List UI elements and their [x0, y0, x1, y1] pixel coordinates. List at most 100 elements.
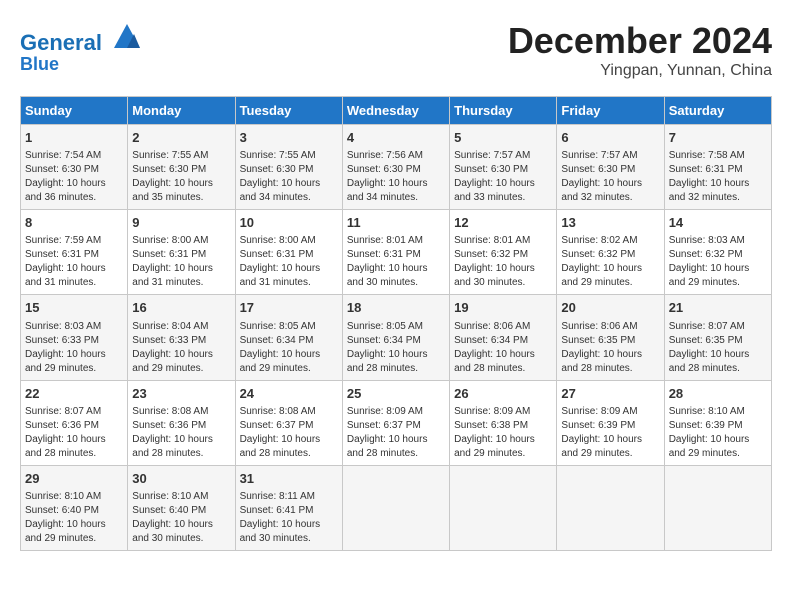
page-header: General Blue December 2024 Yingpan, Yunn…: [20, 20, 772, 80]
calendar-cell: 26 Sunrise: 8:09 AM Sunset: 6:38 PM Dayli…: [450, 380, 557, 465]
day-info: Sunrise: 7:59 AM Sunset: 6:31 PM Dayligh…: [25, 234, 123, 290]
day-info: Sunrise: 7:58 AM Sunset: 6:31 PM Dayligh…: [669, 149, 767, 205]
calendar-cell: 25 Sunrise: 8:09 AM Sunset: 6:37 PM Dayli…: [342, 380, 449, 465]
calendar-cell: [557, 465, 664, 550]
day-number: 15: [25, 299, 123, 317]
day-number: 4: [347, 129, 445, 147]
weekday-header-row: SundayMondayTuesdayWednesdayThursdayFrid…: [21, 97, 772, 125]
day-info: Sunrise: 8:07 AM Sunset: 6:36 PM Dayligh…: [25, 405, 123, 461]
day-info: Sunrise: 8:07 AM Sunset: 6:35 PM Dayligh…: [669, 320, 767, 376]
calendar-cell: 11 Sunrise: 8:01 AM Sunset: 6:31 PM Dayli…: [342, 210, 449, 295]
day-info: Sunrise: 8:09 AM Sunset: 6:38 PM Dayligh…: [454, 405, 552, 461]
weekday-header-wednesday: Wednesday: [342, 97, 449, 125]
calendar-cell: [342, 465, 449, 550]
day-info: Sunrise: 8:01 AM Sunset: 6:31 PM Dayligh…: [347, 234, 445, 290]
day-info: Sunrise: 8:03 AM Sunset: 6:32 PM Dayligh…: [669, 234, 767, 290]
calendar-cell: 10 Sunrise: 8:00 AM Sunset: 6:31 PM Dayli…: [235, 210, 342, 295]
day-number: 12: [454, 214, 552, 232]
calendar-cell: [450, 465, 557, 550]
calendar-week-1: 1Sunrise: 7:54 AM Sunset: 6:30 PM Daylig…: [21, 125, 772, 210]
calendar-cell: 20Sunrise: 8:06 AM Sunset: 6:35 PM Dayli…: [557, 295, 664, 380]
calendar-cell: 13 Sunrise: 8:02 AM Sunset: 6:32 PM Dayli…: [557, 210, 664, 295]
day-number: 24: [240, 385, 338, 403]
day-info: Sunrise: 8:09 AM Sunset: 6:37 PM Dayligh…: [347, 405, 445, 461]
weekday-header-saturday: Saturday: [664, 97, 771, 125]
calendar-cell: 22 Sunrise: 8:07 AM Sunset: 6:36 PM Dayli…: [21, 380, 128, 465]
weekday-header-monday: Monday: [128, 97, 235, 125]
calendar-cell: 27 Sunrise: 8:09 AM Sunset: 6:39 PM Dayli…: [557, 380, 664, 465]
day-number: 22: [25, 385, 123, 403]
day-info: Sunrise: 7:55 AM Sunset: 6:30 PM Dayligh…: [240, 149, 338, 205]
calendar-cell: 23Sunrise: 8:08 AM Sunset: 6:36 PM Dayli…: [128, 380, 235, 465]
day-number: 17: [240, 299, 338, 317]
calendar-cell: 17 Sunrise: 8:05 AM Sunset: 6:34 PM Dayli…: [235, 295, 342, 380]
day-info: Sunrise: 8:04 AM Sunset: 6:33 PM Dayligh…: [132, 320, 230, 376]
day-info: Sunrise: 8:01 AM Sunset: 6:32 PM Dayligh…: [454, 234, 552, 290]
calendar-cell: 6Sunrise: 7:57 AM Sunset: 6:30 PM Daylig…: [557, 125, 664, 210]
day-number: 3: [240, 129, 338, 147]
day-number: 10: [240, 214, 338, 232]
day-info: Sunrise: 8:08 AM Sunset: 6:37 PM Dayligh…: [240, 405, 338, 461]
calendar-cell: 1Sunrise: 7:54 AM Sunset: 6:30 PM Daylig…: [21, 125, 128, 210]
weekday-header-thursday: Thursday: [450, 97, 557, 125]
calendar-cell: [664, 465, 771, 550]
day-info: Sunrise: 8:03 AM Sunset: 6:33 PM Dayligh…: [25, 320, 123, 376]
calendar-cell: 3 Sunrise: 7:55 AM Sunset: 6:30 PM Daylig…: [235, 125, 342, 210]
day-number: 14: [669, 214, 767, 232]
day-number: 29: [25, 470, 123, 488]
weekday-header-sunday: Sunday: [21, 97, 128, 125]
day-info: Sunrise: 7:56 AM Sunset: 6:30 PM Dayligh…: [347, 149, 445, 205]
day-number: 11: [347, 214, 445, 232]
logo-general: General: [20, 30, 102, 55]
day-number: 28: [669, 385, 767, 403]
calendar-cell: 15 Sunrise: 8:03 AM Sunset: 6:33 PM Dayli…: [21, 295, 128, 380]
calendar-cell: 16 Sunrise: 8:04 AM Sunset: 6:33 PM Dayli…: [128, 295, 235, 380]
calendar-cell: 8Sunrise: 7:59 AM Sunset: 6:31 PM Daylig…: [21, 210, 128, 295]
day-number: 27: [561, 385, 659, 403]
calendar-cell: 28 Sunrise: 8:10 AM Sunset: 6:39 PM Dayli…: [664, 380, 771, 465]
day-info: Sunrise: 7:57 AM Sunset: 6:30 PM Dayligh…: [454, 149, 552, 205]
calendar-cell: 7 Sunrise: 7:58 AM Sunset: 6:31 PM Daylig…: [664, 125, 771, 210]
day-number: 7: [669, 129, 767, 147]
calendar-cell: 14 Sunrise: 8:03 AM Sunset: 6:32 PM Dayli…: [664, 210, 771, 295]
calendar-cell: 30Sunrise: 8:10 AM Sunset: 6:40 PM Dayli…: [128, 465, 235, 550]
logo-icon: [112, 20, 142, 50]
calendar-cell: 2Sunrise: 7:55 AM Sunset: 6:30 PM Daylig…: [128, 125, 235, 210]
day-number: 9: [132, 214, 230, 232]
calendar-cell: 9Sunrise: 8:00 AM Sunset: 6:31 PM Daylig…: [128, 210, 235, 295]
day-number: 19: [454, 299, 552, 317]
logo: General Blue: [20, 20, 142, 75]
day-info: Sunrise: 7:57 AM Sunset: 6:30 PM Dayligh…: [561, 149, 659, 205]
day-number: 20: [561, 299, 659, 317]
day-info: Sunrise: 8:00 AM Sunset: 6:31 PM Dayligh…: [240, 234, 338, 290]
day-info: Sunrise: 8:11 AM Sunset: 6:41 PM Dayligh…: [240, 490, 338, 546]
day-number: 5: [454, 129, 552, 147]
logo-blue: Blue: [20, 55, 142, 75]
day-number: 26: [454, 385, 552, 403]
calendar-cell: 29 Sunrise: 8:10 AM Sunset: 6:40 PM Dayli…: [21, 465, 128, 550]
calendar-cell: 24 Sunrise: 8:08 AM Sunset: 6:37 PM Dayli…: [235, 380, 342, 465]
day-number: 16: [132, 299, 230, 317]
calendar-cell: 4 Sunrise: 7:56 AM Sunset: 6:30 PM Daylig…: [342, 125, 449, 210]
day-info: Sunrise: 8:09 AM Sunset: 6:39 PM Dayligh…: [561, 405, 659, 461]
calendar-cell: 19Sunrise: 8:06 AM Sunset: 6:34 PM Dayli…: [450, 295, 557, 380]
day-number: 23: [132, 385, 230, 403]
calendar-cell: 21 Sunrise: 8:07 AM Sunset: 6:35 PM Dayli…: [664, 295, 771, 380]
day-number: 18: [347, 299, 445, 317]
calendar-cell: 18 Sunrise: 8:05 AM Sunset: 6:34 PM Dayli…: [342, 295, 449, 380]
month-title: December 2024: [508, 20, 772, 62]
day-info: Sunrise: 8:05 AM Sunset: 6:34 PM Dayligh…: [240, 320, 338, 376]
calendar-table: SundayMondayTuesdayWednesdayThursdayFrid…: [20, 96, 772, 551]
calendar-week-3: 15 Sunrise: 8:03 AM Sunset: 6:33 PM Dayli…: [21, 295, 772, 380]
day-info: Sunrise: 8:05 AM Sunset: 6:34 PM Dayligh…: [347, 320, 445, 376]
day-number: 13: [561, 214, 659, 232]
day-number: 25: [347, 385, 445, 403]
day-info: Sunrise: 8:10 AM Sunset: 6:39 PM Dayligh…: [669, 405, 767, 461]
day-info: Sunrise: 7:55 AM Sunset: 6:30 PM Dayligh…: [132, 149, 230, 205]
day-info: Sunrise: 8:10 AM Sunset: 6:40 PM Dayligh…: [25, 490, 123, 546]
day-info: Sunrise: 8:02 AM Sunset: 6:32 PM Dayligh…: [561, 234, 659, 290]
day-number: 21: [669, 299, 767, 317]
day-number: 31: [240, 470, 338, 488]
day-info: Sunrise: 7:54 AM Sunset: 6:30 PM Dayligh…: [25, 149, 123, 205]
day-number: 30: [132, 470, 230, 488]
